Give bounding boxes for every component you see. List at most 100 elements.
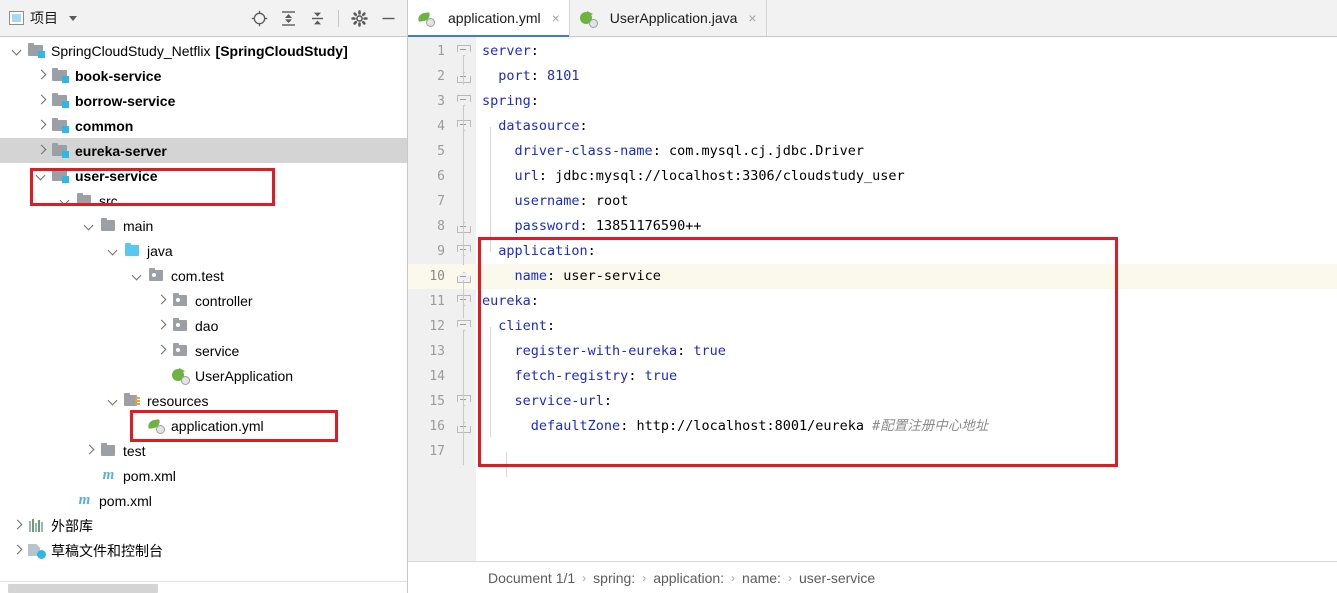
chevron-down-icon[interactable] — [108, 395, 119, 406]
chevron-right-icon[interactable] — [12, 520, 23, 531]
tree-item-resources[interactable]: resources — [0, 388, 407, 413]
tree-item-common[interactable]: common — [0, 113, 407, 138]
tab-userapplication-java[interactable]: UserApplication.java × — [570, 0, 767, 36]
breadcrumb-item[interactable]: spring: — [593, 570, 635, 586]
fold-gutter-row[interactable] — [452, 139, 476, 164]
project-panel-title-button[interactable]: 项目 — [9, 8, 77, 28]
chevron-right-icon[interactable] — [36, 95, 47, 106]
collapse-all-icon[interactable] — [309, 10, 326, 27]
code-line[interactable]: password: 13851176590++ — [476, 214, 1337, 239]
fold-gutter-row[interactable] — [452, 314, 476, 339]
chevron-down-icon[interactable] — [84, 220, 95, 231]
chevron-right-icon[interactable] — [156, 295, 167, 306]
code-line[interactable] — [476, 439, 1337, 464]
fold-gutter-row[interactable] — [452, 389, 476, 414]
code-line[interactable]: defaultZone: http://localhost:8001/eurek… — [476, 414, 1337, 439]
code-line[interactable]: register-with-eureka: true — [476, 339, 1337, 364]
fold-gutter-row[interactable] — [452, 39, 476, 64]
fold-gutter-row[interactable] — [452, 164, 476, 189]
code-line[interactable]: service-url: — [476, 389, 1337, 414]
code-line[interactable]: fetch-registry: true — [476, 364, 1337, 389]
tree-item-pom-xml[interactable]: m pom.xml — [0, 488, 407, 513]
chevron-down-icon[interactable] — [108, 245, 119, 256]
close-icon[interactable]: × — [748, 11, 756, 25]
tree-item-borrow-service[interactable]: borrow-service — [0, 88, 407, 113]
tree-item-src[interactable]: src — [0, 188, 407, 213]
code-line[interactable]: url: jdbc:mysql://localhost:3306/cloudst… — [476, 164, 1337, 189]
scrollbar-thumb[interactable] — [8, 584, 158, 593]
chevron-right-icon[interactable] — [84, 445, 95, 456]
locate-target-icon[interactable] — [251, 10, 268, 27]
fold-gutter-row[interactable] — [452, 214, 476, 239]
code-line[interactable]: spring: — [476, 89, 1337, 114]
code-line[interactable]: eureka: — [476, 289, 1337, 314]
expand-all-icon[interactable] — [280, 10, 297, 27]
tree-item-user-service[interactable]: user-service — [0, 163, 407, 188]
project-tool-window: SpringCloudStudy_Netflix [SpringCloudStud… — [0, 37, 408, 593]
project-tree-hscrollbar[interactable] — [0, 581, 407, 593]
fold-gutter-row[interactable] — [452, 114, 476, 139]
tree-item-book-service[interactable]: book-service — [0, 63, 407, 88]
fold-gutter-row[interactable] — [452, 414, 476, 439]
chevron-down-icon[interactable] — [12, 45, 23, 56]
code-line[interactable]: username: root — [476, 189, 1337, 214]
chevron-right-icon[interactable] — [36, 70, 47, 81]
fold-gutter-row[interactable] — [452, 239, 476, 264]
chevron-right-icon[interactable] — [36, 120, 47, 131]
chevron-right-icon[interactable] — [12, 545, 23, 556]
chevron-down-icon[interactable] — [60, 195, 71, 206]
tree-item-[interactable]: 外部库 — [0, 513, 407, 538]
tree-item-pom-xml[interactable]: m pom.xml — [0, 463, 407, 488]
code-line[interactable]: name: user-service — [476, 264, 1337, 289]
fold-gutter-row[interactable] — [452, 289, 476, 314]
code-line[interactable]: driver-class-name: com.mysql.cj.jdbc.Dri… — [476, 139, 1337, 164]
tree-item-java[interactable]: java — [0, 238, 407, 263]
breadcrumb-item[interactable]: application: — [653, 570, 724, 586]
tree-item-[interactable]: 草稿文件和控制台 — [0, 538, 407, 563]
code-folding-gutter[interactable] — [452, 37, 476, 561]
code-area[interactable]: 1 2 3 4 5 6 7 8 9 10 11 12 13 14 15 16 17 server: port: … — [408, 37, 1337, 561]
settings-gear-icon[interactable] — [351, 9, 368, 27]
tree-item-controller[interactable]: controller — [0, 288, 407, 313]
fold-guide-line — [463, 280, 464, 318]
fold-guide-line — [463, 430, 464, 465]
project-tree[interactable]: SpringCloudStudy_Netflix [SpringCloudStud… — [0, 37, 407, 581]
code-line[interactable]: application: — [476, 239, 1337, 264]
fold-gutter-row[interactable] — [452, 264, 476, 289]
tree-item-dao[interactable]: dao — [0, 313, 407, 338]
tree-item-eureka-server[interactable]: eureka-server — [0, 138, 407, 163]
chevron-right-icon[interactable] — [156, 345, 167, 356]
breadcrumb-item[interactable]: user-service — [799, 570, 875, 586]
code-line[interactable]: server: — [476, 39, 1337, 64]
code-line[interactable]: client: — [476, 314, 1337, 339]
breadcrumb-item[interactable]: Document 1/1 — [488, 570, 575, 586]
fold-gutter-row[interactable] — [452, 189, 476, 214]
tree-item-userapplication[interactable]: UserApplication — [0, 363, 407, 388]
yaml-value: http://localhost:8001/eureka — [636, 418, 865, 434]
fold-gutter-row[interactable] — [452, 64, 476, 89]
tree-item-application-yml[interactable]: application.yml — [0, 413, 407, 438]
breadcrumb-item[interactable]: name: — [742, 570, 781, 586]
tree-item-springcloudstudy-netflix[interactable]: SpringCloudStudy_Netflix [SpringCloudStud… — [0, 38, 407, 63]
chevron-right-icon[interactable] — [156, 320, 167, 331]
code-line[interactable]: port: 8101 — [476, 64, 1337, 89]
code-text[interactable]: server: port: 8101 spring: datasource: dr… — [476, 37, 1337, 561]
fold-gutter-row[interactable] — [452, 439, 476, 464]
spring-yaml-icon — [147, 418, 165, 434]
yaml-key: url — [514, 168, 539, 184]
tab-application-yml[interactable]: application.yml × — [408, 0, 570, 37]
tree-item-service[interactable]: service — [0, 338, 407, 363]
tree-item-test[interactable]: test — [0, 438, 407, 463]
chevron-down-icon[interactable] — [132, 270, 143, 281]
close-icon[interactable]: × — [552, 11, 560, 25]
chevron-down-icon[interactable] — [69, 15, 77, 21]
chevron-right-icon[interactable] — [36, 145, 47, 156]
fold-gutter-row[interactable] — [452, 339, 476, 364]
fold-gutter-row[interactable] — [452, 364, 476, 389]
code-line[interactable]: datasource: — [476, 114, 1337, 139]
tree-item-main[interactable]: main — [0, 213, 407, 238]
fold-gutter-row[interactable] — [452, 89, 476, 114]
minimize-icon[interactable] — [380, 10, 397, 27]
tree-item-com-test[interactable]: com.test — [0, 263, 407, 288]
chevron-down-icon[interactable] — [36, 170, 47, 181]
